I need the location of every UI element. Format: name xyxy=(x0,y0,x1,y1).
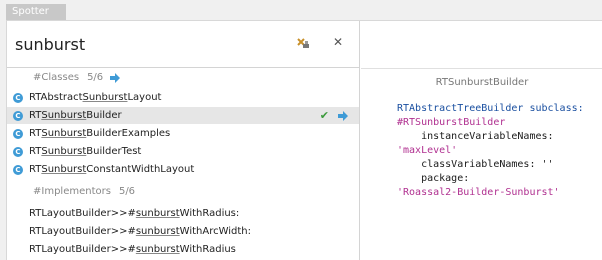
search-input[interactable] xyxy=(15,29,275,59)
class-icon: C xyxy=(13,110,23,121)
list-item[interactable]: RTLayoutBuilder>>#sunburstWithRadius: xyxy=(7,205,359,222)
code-preview: RTAbstractTreeBuilder subclass: #RTSunbu… xyxy=(397,102,584,200)
list-item-selected[interactable]: C RTSunburstBuilder ✔ xyxy=(7,107,359,124)
row-actions: ✔ xyxy=(320,110,349,121)
list-item-label: RTSunburstBuilderTest xyxy=(29,146,142,157)
dive-in-arrow-icon[interactable] xyxy=(109,72,121,83)
preview-title: RTSunburstBuilder xyxy=(435,77,529,88)
list-item-label: RTSunburstBuilder xyxy=(29,110,122,121)
results-list: #Classes 5/6 C RTAbstractSunburstLayout … xyxy=(7,68,360,260)
code-line: classVariableNames: '' xyxy=(397,159,554,170)
category-label: #Classes xyxy=(33,72,80,83)
dive-in-arrow-icon[interactable] xyxy=(337,110,349,121)
code-line: 'maxLevel' xyxy=(397,145,458,156)
class-icon: C xyxy=(13,92,23,103)
class-icon: C xyxy=(13,146,23,157)
close-icon[interactable]: ✕ xyxy=(333,35,343,49)
code-line: 'Roassal2-Builder-Sunburst' xyxy=(397,187,560,198)
category-header-classes[interactable]: #Classes 5/6 xyxy=(33,72,121,83)
code-line: package: xyxy=(397,173,470,184)
class-icon: C xyxy=(13,128,23,139)
list-item[interactable]: RTLayoutBuilder>>#sunburstWithArcWidth: xyxy=(7,223,359,240)
class-icon: C xyxy=(13,164,23,175)
spotter-tab: Spotter xyxy=(6,4,66,20)
category-count: 5/6 xyxy=(118,186,136,197)
list-item-label: RTSunburstConstantWidthLayout xyxy=(29,164,195,175)
code-line: #RTSunburstBuilder xyxy=(397,117,506,128)
check-icon[interactable]: ✔ xyxy=(320,110,329,121)
list-item[interactable]: C RTSunburstBuilderTest xyxy=(7,143,359,160)
category-header-implementors[interactable]: #Implementors 5/6 xyxy=(33,186,135,197)
list-item[interactable]: C RTSunburstBuilderExamples xyxy=(7,125,359,142)
search-bar: ✕ xyxy=(7,21,360,68)
list-item-label: RTSunburstBuilderExamples xyxy=(29,128,171,139)
list-item[interactable]: C RTSunburstConstantWidthLayout xyxy=(7,161,359,178)
spotter-window: ✕ #Classes 5/6 C RTAbstractSunburstLayou… xyxy=(6,20,602,260)
category-label: #Implementors xyxy=(33,186,111,197)
list-item-label: RTLayoutBuilder>>#sunburstWithRadius: xyxy=(29,208,240,219)
list-item-label: RTAbstractSunburstLayout xyxy=(29,92,162,103)
code-line: instanceVariableNames: xyxy=(397,131,554,142)
list-item-label: RTLayoutBuilder>>#sunburstWithArcWidth: xyxy=(29,226,252,237)
list-item-label: RTLayoutBuilder>>#sunburstWithRadius xyxy=(29,244,236,255)
filter-icon[interactable] xyxy=(295,36,311,52)
preview-pane: RTSunburstBuilder RTAbstractTreeBuilder … xyxy=(361,68,602,260)
code-line: RTAbstractTreeBuilder subclass: xyxy=(397,103,584,114)
list-item[interactable]: C RTAbstractSunburstLayout xyxy=(7,89,359,106)
category-count: 5/6 xyxy=(87,72,104,83)
list-item[interactable]: RTLayoutBuilder>>#sunburstWithRadius xyxy=(7,241,359,258)
